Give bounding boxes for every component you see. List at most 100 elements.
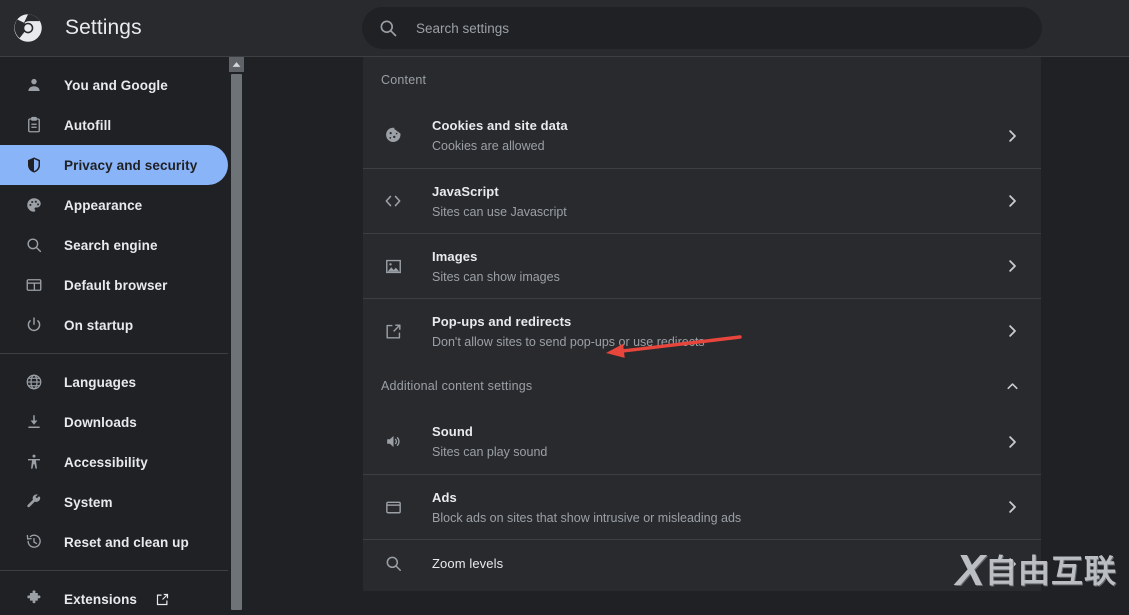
sidebar-divider: [0, 570, 228, 571]
sidebar-item-label: Autofill: [64, 117, 112, 133]
sidebar-item-label: Accessibility: [64, 454, 148, 470]
sidebar-item-label: Extensions: [64, 591, 138, 607]
sidebar-item-search-engine[interactable]: Search engine: [0, 225, 228, 265]
search-input[interactable]: [416, 20, 1042, 36]
accessibility-icon: [24, 452, 44, 472]
row-title: Pop-ups and redirects: [432, 313, 572, 329]
row-text: Ads Block ads on sites that show intrusi…: [432, 489, 1003, 526]
sidebar-item-languages[interactable]: Languages: [0, 362, 228, 402]
row-title: JavaScript: [432, 183, 499, 199]
person-icon: [24, 75, 44, 95]
section-title-label: Content: [381, 73, 427, 87]
main-content: Content Cookies and site data Cookies ar…: [245, 57, 1129, 615]
sidebar-item-on-startup[interactable]: On startup: [0, 305, 228, 345]
search-icon: [24, 235, 44, 255]
globe-icon: [24, 372, 44, 392]
row-text: JavaScript Sites can use Javascript: [432, 183, 1003, 220]
row-title: Zoom levels: [432, 556, 504, 571]
row-subtitle: Cookies are allowed: [432, 139, 545, 153]
settings-card: Content Cookies and site data Cookies ar…: [363, 57, 1041, 591]
download-icon: [24, 412, 44, 432]
sidebar-item-label: Privacy and security: [64, 157, 198, 173]
shield-icon: [24, 155, 44, 175]
row-text: Cookies and site data Cookies are allowe…: [432, 117, 1003, 154]
chrome-logo-icon: [14, 14, 42, 42]
wrench-icon: [24, 492, 44, 512]
row-title: Sound: [432, 424, 473, 439]
sidebar-divider: [0, 353, 228, 354]
palette-icon: [24, 195, 44, 215]
open-in-new-icon: [381, 319, 405, 343]
sidebar-item-downloads[interactable]: Downloads: [0, 402, 228, 442]
row-javascript[interactable]: JavaScript Sites can use Javascript: [363, 168, 1041, 233]
sidebar-item-label: You and Google: [64, 77, 168, 93]
sidebar-item-label: Default browser: [64, 277, 168, 293]
power-icon: [24, 315, 44, 335]
sidebar-item-label: System: [64, 494, 113, 510]
row-text: Sound Sites can play sound: [432, 423, 1003, 460]
sidebar-item-you-and-google[interactable]: You and Google: [0, 65, 228, 105]
row-ads[interactable]: Ads Block ads on sites that show intrusi…: [363, 474, 1041, 539]
row-title: Ads: [432, 489, 457, 505]
section-header-content: Content: [363, 57, 1041, 103]
sidebar-group-main: You and Google Autofill Privacy and secu…: [0, 65, 228, 345]
sidebar-item-label: Appearance: [64, 197, 143, 213]
chevron-right-icon: [1009, 129, 1016, 142]
puzzle-icon: [24, 589, 44, 609]
row-zoom-levels[interactable]: Zoom levels: [363, 539, 1041, 587]
row-text: Images Sites can show images: [432, 248, 1003, 285]
page-title: Settings: [65, 16, 142, 39]
row-sound[interactable]: Sound Sites can play sound: [363, 409, 1041, 474]
sidebar-item-system[interactable]: System: [0, 482, 228, 522]
scrollbar-thumb[interactable]: [231, 74, 242, 610]
section-title-label: Additional content settings: [381, 379, 533, 393]
autofill-icon: [24, 115, 44, 135]
sidebar-item-reset-and-clean-up[interactable]: Reset and clean up: [0, 522, 228, 562]
row-text: Zoom levels: [432, 555, 1003, 572]
row-text: Pop-ups and redirects Don't allow sites …: [432, 313, 1003, 350]
sidebar-group-extensions: Extensions: [0, 579, 228, 615]
row-title: Images: [432, 248, 478, 264]
sidebar-item-label: On startup: [64, 317, 134, 333]
sidebar-group-advanced: Languages Downloads Accessibility System: [0, 362, 228, 562]
open-in-new-icon[interactable]: [155, 592, 170, 607]
row-subtitle: Sites can show images: [432, 269, 560, 284]
sidebar-item-extensions[interactable]: Extensions: [0, 579, 228, 615]
sidebar-item-privacy-and-security[interactable]: Privacy and security: [0, 145, 228, 185]
scroll-up-icon[interactable]: [229, 57, 244, 72]
sound-icon: [381, 430, 405, 454]
sidebar-scrollbar[interactable]: [229, 57, 244, 615]
code-icon: [381, 189, 405, 213]
sidebar-item-default-browser[interactable]: Default browser: [0, 265, 228, 305]
chevron-right-icon: [1009, 501, 1016, 513]
row-subtitle: Block ads on sites that show intrusive o…: [432, 510, 742, 525]
sidebar-item-label: Downloads: [64, 414, 137, 430]
chevron-up-icon[interactable]: [1004, 378, 1021, 395]
cookie-icon: [381, 124, 405, 148]
sidebar-item-appearance[interactable]: Appearance: [0, 185, 228, 225]
row-subtitle: Sites can use Javascript: [432, 204, 567, 219]
zoom-icon: [381, 552, 405, 576]
app-header: Settings: [0, 0, 1129, 57]
search-icon: [380, 20, 397, 37]
chevron-right-icon: [1009, 435, 1016, 448]
sidebar-item-accessibility[interactable]: Accessibility: [0, 442, 228, 482]
browser-icon: [24, 275, 44, 295]
sidebar-item-label: Search engine: [64, 237, 158, 253]
row-images[interactable]: Images Sites can show images: [363, 233, 1041, 298]
row-subtitle: Don't allow sites to send pop-ups or use…: [432, 334, 705, 349]
row-title: Cookies and site data: [432, 118, 568, 133]
chevron-right-icon: [1009, 557, 1016, 570]
sidebar-item-autofill[interactable]: Autofill: [0, 105, 228, 145]
row-popups-and-redirects[interactable]: Pop-ups and redirects Don't allow sites …: [363, 298, 1041, 363]
section-header-additional-content-settings[interactable]: Additional content settings: [363, 363, 1041, 409]
chevron-right-icon: [1009, 325, 1016, 337]
sidebar: You and Google Autofill Privacy and secu…: [0, 57, 228, 615]
image-icon: [381, 254, 405, 278]
search-bar[interactable]: [362, 7, 1042, 49]
chevron-right-icon: [1009, 195, 1016, 207]
row-subtitle: Sites can play sound: [432, 445, 548, 459]
sidebar-item-label: Languages: [64, 374, 137, 390]
row-cookies-and-site-data[interactable]: Cookies and site data Cookies are allowe…: [363, 103, 1041, 168]
chevron-right-icon: [1009, 260, 1016, 272]
